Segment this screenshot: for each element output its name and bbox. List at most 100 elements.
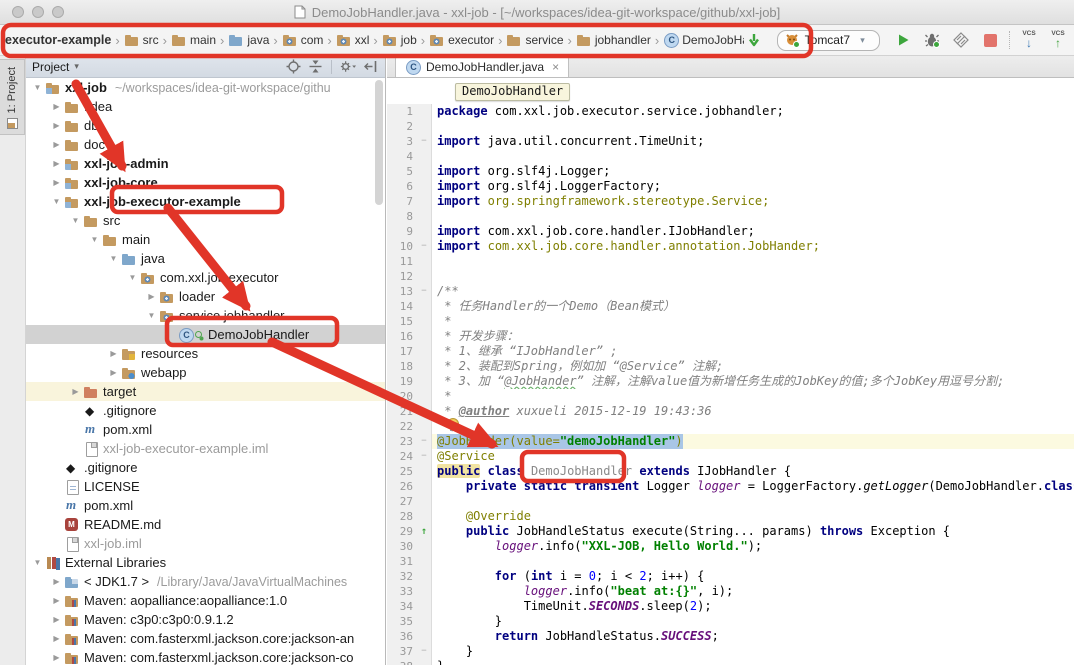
hide-panel-button[interactable] <box>361 59 379 75</box>
tree-row[interactable]: .gitignore <box>26 401 385 420</box>
tree-row[interactable]: ▶Maven: c3p0:c3p0:0.9.1.2 <box>26 610 385 629</box>
collapse-all-button[interactable] <box>306 59 324 75</box>
tree-row[interactable]: ▶loader <box>26 287 385 306</box>
tree-row[interactable]: ▶resources <box>26 344 385 363</box>
code-line[interactable]: 27 <box>387 494 1074 509</box>
code-line[interactable]: 4 <box>387 149 1074 164</box>
code-line[interactable]: 16 * 开发步骤： <box>387 329 1074 344</box>
code-line[interactable]: 19 * 3、加 “@JobHander” 注解，注解value值为新增任务生成… <box>387 374 1074 389</box>
breadcrumb-item[interactable]: executor-example <box>4 32 112 48</box>
tree-toggle-icon[interactable]: ▼ <box>87 235 102 244</box>
tree-row[interactable]: ▶< JDK1.7 >/Library/Java/JavaVirtualMach… <box>26 572 385 591</box>
tree-toggle-icon[interactable]: ▶ <box>49 121 64 130</box>
intention-bulb-icon[interactable] <box>447 418 458 431</box>
breadcrumb-item[interactable]: java <box>227 31 270 49</box>
tree-toggle-icon[interactable]: ▼ <box>125 273 140 282</box>
tree-toggle-icon[interactable]: ▶ <box>49 615 64 624</box>
breadcrumb-item[interactable]: DemoJobHandler <box>662 31 743 49</box>
code-line[interactable]: 23@JobHander(value="demoJobHandler") <box>387 434 1074 449</box>
code-line[interactable]: 9import com.xxl.job.core.handler.IJobHan… <box>387 224 1074 239</box>
fold-marker-icon[interactable] <box>417 644 431 659</box>
code-line[interactable]: 18 * 2、装配到Spring，例如加 “@Service” 注解; <box>387 359 1074 374</box>
tree-row[interactable]: ▶xxl-job-core <box>26 173 385 192</box>
stop-button[interactable] <box>980 30 1000 50</box>
tree-row[interactable]: xxl-job-executor-example.iml <box>26 439 385 458</box>
editor-tab[interactable]: DemoJobHandler.java × <box>395 56 569 77</box>
breadcrumb-item[interactable]: src <box>123 31 160 49</box>
code-line[interactable]: 17 * 1、继承 “IJobHandler” ; <box>387 344 1074 359</box>
project-tree[interactable]: ▼xxl-job~/workspaces/idea-git-workspace/… <box>26 78 385 665</box>
fold-marker-icon[interactable] <box>417 449 431 464</box>
tree-toggle-icon[interactable]: ▶ <box>49 577 64 586</box>
code-line[interactable]: 35 } <box>387 614 1074 629</box>
window-controls[interactable] <box>12 6 64 18</box>
tree-row[interactable]: LICENSE <box>26 477 385 496</box>
tree-row[interactable]: ▶target <box>26 382 385 401</box>
tree-toggle-icon[interactable]: ▶ <box>49 653 64 662</box>
tree-toggle-icon[interactable]: ▼ <box>49 197 64 206</box>
code-line[interactable]: 8 <box>387 209 1074 224</box>
tree-row[interactable]: ▶Maven: aopalliance:aopalliance:1.0 <box>26 591 385 610</box>
code-line[interactable]: 15 * <box>387 314 1074 329</box>
code-line[interactable]: 21 * @author xuxueli 2015-12-19 19:43:36 <box>387 404 1074 419</box>
code-line[interactable]: 20 * <box>387 389 1074 404</box>
tree-toggle-icon[interactable]: ▼ <box>30 558 45 567</box>
tree-row[interactable]: ▼xxl-job-executor-example <box>26 192 385 211</box>
code-line[interactable]: 14 * 任务Handler的一个Demo（Bean模式） <box>387 299 1074 314</box>
code-area[interactable]: 1package com.xxl.job.executor.service.jo… <box>387 104 1074 665</box>
tree-toggle-icon[interactable]: ▶ <box>106 368 121 377</box>
breadcrumb-item[interactable]: com <box>281 31 325 49</box>
code-line[interactable]: 29 public JobHandleStatus execute(String… <box>387 524 1074 539</box>
code-line[interactable]: 6import org.slf4j.LoggerFactory; <box>387 179 1074 194</box>
tree-row[interactable]: .gitignore <box>26 458 385 477</box>
breadcrumb-item[interactable]: executor <box>428 31 495 49</box>
settings-gear-button[interactable] <box>339 59 357 75</box>
tree-toggle-icon[interactable]: ▶ <box>49 102 64 111</box>
tree-toggle-icon[interactable]: ▶ <box>144 292 159 301</box>
code-line[interactable]: 38} <box>387 659 1074 665</box>
tree-toggle-icon[interactable]: ▶ <box>49 159 64 168</box>
tree-toggle-icon[interactable]: ▶ <box>49 596 64 605</box>
code-line[interactable]: 7import org.springframework.stereotype.S… <box>387 194 1074 209</box>
zoom-window-icon[interactable] <box>52 6 64 18</box>
tree-toggle-icon[interactable]: ▶ <box>49 634 64 643</box>
tree-row[interactable]: ▶.idea <box>26 97 385 116</box>
tree-row[interactable]: ▼xxl-job~/workspaces/idea-git-workspace/… <box>26 78 385 97</box>
breadcrumb-item[interactable]: job <box>381 31 418 49</box>
tree-row[interactable]: README.md <box>26 515 385 534</box>
code-line[interactable]: 26 private static transient Logger logge… <box>387 479 1074 494</box>
project-tool-window-tab[interactable]: 1: Project <box>0 59 25 135</box>
tree-toggle-icon[interactable]: ▼ <box>30 83 45 92</box>
code-line[interactable]: 30 logger.info("XXL-JOB, Hello World."); <box>387 539 1074 554</box>
run-configuration-select[interactable]: Tomcat7 ▾ <box>777 30 880 51</box>
tree-row[interactable]: ▶db <box>26 116 385 135</box>
tree-row[interactable]: ▼com.xxl.job.executor <box>26 268 385 287</box>
tree-row[interactable]: ▶webapp <box>26 363 385 382</box>
fold-marker-icon[interactable] <box>417 239 431 254</box>
tree-toggle-icon[interactable]: ▶ <box>49 140 64 149</box>
vcs-commit-button[interactable]: VCS ↑ <box>1048 31 1068 50</box>
tree-toggle-icon[interactable]: ▶ <box>106 349 121 358</box>
debug-button[interactable] <box>922 30 942 50</box>
code-line[interactable]: 11 <box>387 254 1074 269</box>
tree-toggle-icon[interactable]: ▼ <box>144 311 159 320</box>
code-line[interactable]: 12 <box>387 269 1074 284</box>
code-line[interactable]: 32 for (int i = 0; i < 2; i++) { <box>387 569 1074 584</box>
tree-row[interactable]: pom.xml <box>26 496 385 515</box>
code-line[interactable]: 31 <box>387 554 1074 569</box>
coverage-button[interactable] <box>951 30 971 50</box>
close-tab-icon[interactable]: × <box>552 60 559 74</box>
breadcrumb-item[interactable]: main <box>170 31 217 49</box>
code-line[interactable]: 1package com.xxl.job.executor.service.jo… <box>387 104 1074 119</box>
close-window-icon[interactable] <box>12 6 24 18</box>
code-line[interactable]: 24@Service <box>387 449 1074 464</box>
fold-marker-icon[interactable] <box>417 134 431 149</box>
tree-toggle-icon[interactable]: ▶ <box>68 387 83 396</box>
override-gutter-icon[interactable] <box>417 524 431 539</box>
tree-row[interactable]: ▶xxl-job-admin <box>26 154 385 173</box>
code-line[interactable]: 2 <box>387 119 1074 134</box>
breadcrumb-item[interactable]: jobhandler <box>575 31 652 49</box>
breadcrumb-item[interactable]: service <box>505 31 564 49</box>
tree-row[interactable]: ▶doc <box>26 135 385 154</box>
code-line[interactable]: 3import java.util.concurrent.TimeUnit; <box>387 134 1074 149</box>
